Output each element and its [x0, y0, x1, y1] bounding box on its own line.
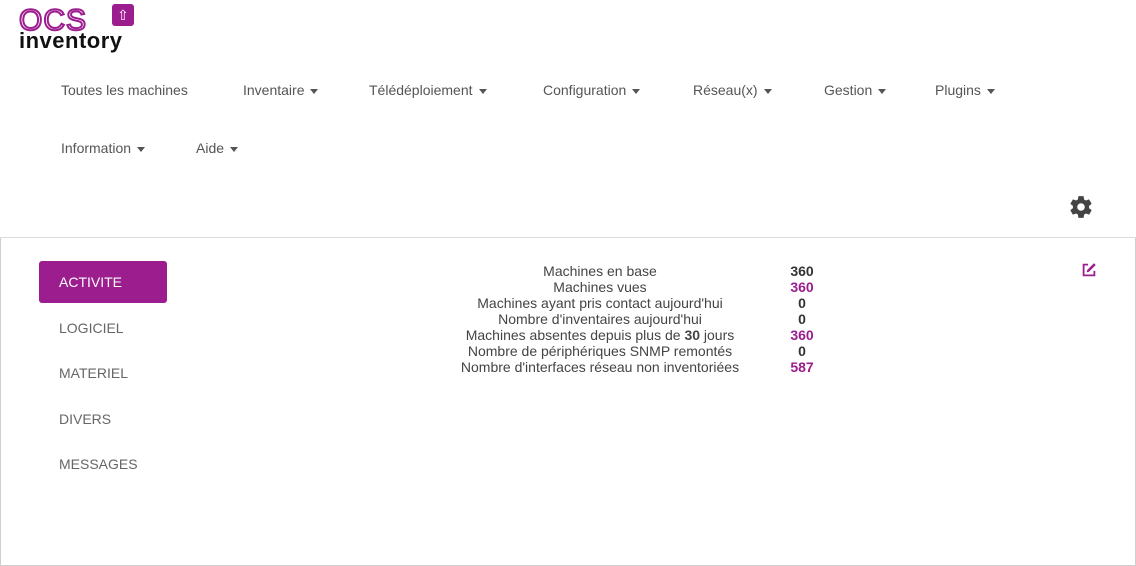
- stat-row: Nombre d'interfaces réseau non inventori…: [420, 359, 840, 375]
- nav-label: Inventaire: [243, 82, 305, 98]
- sidebar-item-label: MESSAGES: [59, 456, 138, 472]
- stat-value-link[interactable]: 360: [780, 327, 824, 343]
- nav-label: Aide: [196, 140, 225, 156]
- ocs-logo[interactable]: OCS ⇧ inventory: [18, 4, 149, 56]
- sidebar-item-activite[interactable]: ACTIVITE: [39, 261, 167, 303]
- stat-label: Nombre d'interfaces réseau non inventori…: [460, 359, 740, 375]
- caret-down-icon: [632, 88, 641, 94]
- nav-label: Toutes les machines: [61, 82, 188, 98]
- stat-label: Machines vues: [553, 279, 647, 295]
- nav-gestion[interactable]: Gestion: [824, 82, 887, 98]
- stat-label: Machines absentes depuis plus de 30 jour…: [420, 327, 780, 343]
- stat-label-part: Machines absentes depuis plus de: [465, 327, 685, 343]
- sidebar-item-materiel[interactable]: MATERIEL: [39, 352, 167, 394]
- caret-down-icon: [763, 88, 772, 94]
- stat-label: Nombre de périphériques SNMP remontés: [467, 343, 733, 359]
- nav-toutes-les-machines[interactable]: Toutes les machines: [61, 82, 188, 98]
- nav-label: Configuration: [543, 82, 627, 98]
- sidebar-item-label: MATERIEL: [59, 365, 128, 381]
- nav-inventaire[interactable]: Inventaire: [243, 82, 319, 98]
- top-header: OCS ⇧ inventory Toutes les machines Inve…: [0, 0, 1136, 238]
- caret-down-icon: [310, 88, 319, 94]
- stat-row: Nombre de périphériques SNMP remontés 0: [420, 343, 840, 359]
- sidebar-item-logiciel[interactable]: LOGICIEL: [39, 307, 167, 349]
- stat-value: 360: [790, 263, 814, 279]
- nav-teledeploiement[interactable]: Télédéploiement: [369, 82, 487, 98]
- sidebar-item-label: DIVERS: [59, 411, 112, 427]
- nav-label: Plugins: [935, 82, 981, 98]
- stat-label: Nombre d'inventaires aujourd'hui: [498, 311, 702, 327]
- nav-configuration[interactable]: Configuration: [543, 82, 641, 98]
- sidebar-item-label: LOGICIEL: [59, 320, 124, 336]
- nav-reseaux[interactable]: Réseau(x): [693, 82, 772, 98]
- stat-value-link[interactable]: 360: [780, 279, 824, 295]
- caret-down-icon: [230, 146, 239, 152]
- edit-icon[interactable]: [1080, 261, 1098, 279]
- nav-label: Réseau(x): [693, 82, 758, 98]
- stat-value: 0: [798, 311, 806, 327]
- stat-row: Machines absentes depuis plus de 30 jour…: [420, 327, 840, 343]
- caret-down-icon: [137, 146, 146, 152]
- stat-label: Machines en base: [543, 263, 657, 279]
- stat-row: Machines vues 360: [420, 279, 840, 295]
- stat-label-part: jours: [700, 327, 735, 343]
- caret-down-icon: [878, 88, 887, 94]
- caret-down-icon: [478, 88, 487, 94]
- logo-upload-icon: ⇧: [112, 4, 134, 26]
- stat-row: Nombre d'inventaires aujourd'hui 0: [420, 311, 840, 327]
- nav-label: Télédéploiement: [369, 82, 473, 98]
- stat-value: 0: [798, 343, 806, 359]
- stat-row: Machines ayant pris contact aujourd'hui …: [420, 295, 840, 311]
- stat-value: 0: [798, 295, 806, 311]
- sidebar-item-messages[interactable]: MESSAGES: [39, 443, 167, 485]
- nav-label: Information: [61, 140, 132, 156]
- nav-aide[interactable]: Aide: [196, 140, 239, 156]
- stat-label-days: 30: [684, 327, 701, 343]
- stat-row: Machines en base 360: [420, 263, 840, 279]
- gear-icon[interactable]: [1068, 194, 1094, 220]
- stat-label: Machines ayant pris contact aujourd'hui: [477, 295, 723, 311]
- nav-plugins[interactable]: Plugins: [935, 82, 995, 98]
- sidebar-item-label: ACTIVITE: [59, 274, 123, 290]
- activity-stats: Machines en base 360 Machines vues 360 M…: [420, 263, 840, 375]
- sidebar-item-divers[interactable]: DIVERS: [39, 398, 167, 440]
- caret-down-icon: [986, 88, 995, 94]
- nav-label: Gestion: [824, 82, 873, 98]
- stat-value-link[interactable]: 587: [780, 359, 824, 375]
- nav-information[interactable]: Information: [61, 140, 146, 156]
- logo-text-inventory: inventory: [19, 28, 123, 53]
